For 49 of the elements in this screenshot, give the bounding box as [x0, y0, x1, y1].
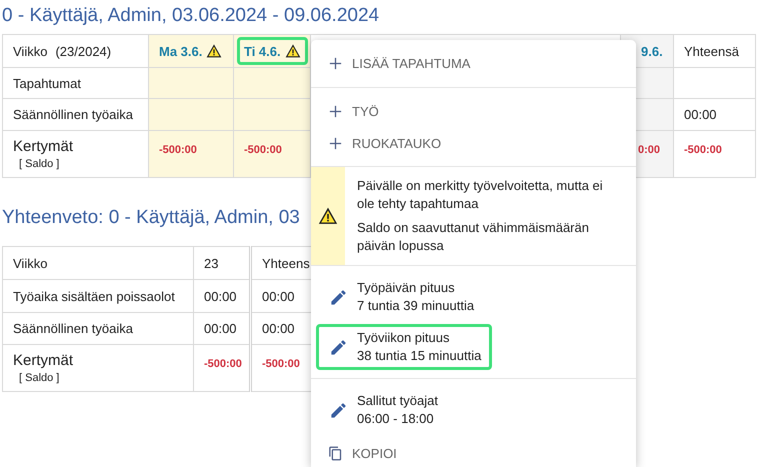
column-header: 23: [204, 256, 218, 270]
day-link[interactable]: Ma 3.6.: [152, 37, 230, 65]
column-header: Yhteens: [262, 256, 310, 270]
add-event-type-button[interactable]: TYÖ: [311, 95, 636, 127]
copy-button[interactable]: KOPIOI: [311, 437, 636, 467]
plus-icon: [328, 104, 343, 118]
warning-icon: [318, 206, 338, 226]
table-cell: 00:00: [204, 288, 237, 304]
plus-icon: [328, 136, 343, 150]
warning-icon: [206, 43, 222, 59]
row-label: Säännöllinen työaika: [13, 321, 133, 336]
table-cell: -500:00: [159, 144, 197, 156]
setting-item[interactable]: Työpäivän pituus 7 tuntia 39 minuuttia: [316, 274, 486, 320]
table-cell: -500:00: [204, 358, 242, 370]
page-title: 0 - Käyttäjä, Admin, 03.06.2024 - 09.06.2024: [2, 4, 380, 28]
day-link[interactable]: Ti 4.6.: [237, 37, 308, 65]
table-cell: -500:00: [262, 358, 300, 370]
pencil-icon: [329, 338, 348, 356]
row-sublabel: [ Saldo ]: [19, 158, 60, 170]
week-number: (23/2024): [55, 44, 112, 58]
pencil-icon: [329, 400, 348, 420]
row-label: Kertymät: [13, 352, 74, 369]
day-link[interactable]: 9.6.: [634, 38, 670, 64]
setting-item[interactable]: Työviikon pituus 38 tuntia 15 minuuttia: [316, 324, 492, 370]
table-cell: 00:00: [684, 107, 717, 122]
table-cell: -500:00: [244, 144, 282, 156]
week-label: Viikko: [13, 44, 48, 58]
warning-message: Saldo on saavuttanut vähimmäismäärän päivän lopussa: [357, 219, 590, 255]
setting-item[interactable]: Sallitut työajat 06:00 - 18:00: [316, 387, 449, 433]
copy-icon: [328, 446, 343, 460]
table-cell: 00:00: [262, 321, 295, 336]
row-label: Työaika sisältäen poissaolot: [13, 288, 175, 304]
table-cell: 00:00: [262, 288, 295, 304]
row-sublabel: [ Saldo ]: [19, 372, 60, 384]
column-header: Yhteensä: [674, 34, 756, 68]
pencil-icon: [329, 288, 348, 306]
add-event-type-button[interactable]: RUOKATAUKO: [311, 127, 636, 159]
table-cell: -500:00: [684, 144, 722, 156]
plus-icon: [328, 56, 343, 70]
warning-message: Päivälle on merkitty työvelvoitetta, mutta ei ole tehty tapahtumaa: [357, 177, 604, 213]
table-cell: 0:00: [638, 144, 660, 156]
table-cell: 00:00: [204, 321, 237, 336]
section-title: Yhteenveto: 0 - Käyttäjä, Admin, 03: [2, 206, 300, 230]
row-label: Säännöllinen työaika: [13, 107, 133, 122]
add-event-button[interactable]: LISÄÄ TAPAHTUMA: [311, 47, 636, 79]
row-label: Kertymät: [13, 138, 74, 155]
warning-icon: [284, 43, 301, 59]
row-label: Tapahtumat: [13, 76, 81, 90]
row-label: Viikko: [13, 256, 48, 270]
